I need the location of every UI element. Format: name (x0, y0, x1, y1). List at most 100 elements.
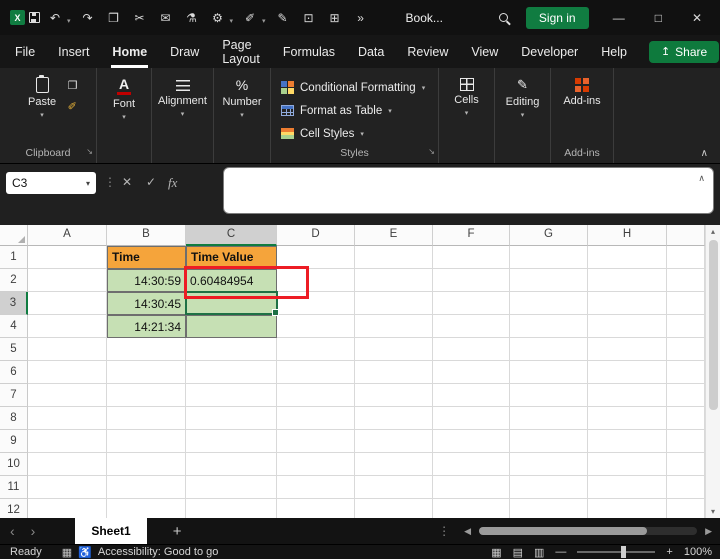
zoom-slider-thumb[interactable] (621, 546, 627, 558)
cell-C10[interactable] (186, 453, 277, 476)
styles-dialog-launcher-icon[interactable]: ↘ (428, 144, 435, 160)
menu-tab-view[interactable]: View (470, 43, 499, 61)
format-painter-icon[interactable]: ✐ (68, 100, 78, 113)
insert-function-button[interactable]: fx (168, 175, 177, 191)
cells-group-button[interactable]: Cells ▾ (443, 73, 490, 145)
pen-icon[interactable]: ✎ (272, 8, 294, 28)
clipboard-dialog-launcher-icon[interactable]: ↘ (86, 144, 93, 160)
menu-tab-draw[interactable]: Draw (169, 43, 200, 61)
cell-E12[interactable] (355, 499, 433, 518)
zoom-percentage[interactable]: 100% (684, 546, 712, 558)
menu-tab-help[interactable]: Help (600, 43, 628, 61)
cell-E5[interactable] (355, 338, 433, 361)
overflow-icon[interactable]: » (350, 8, 372, 28)
row-header-2[interactable]: 2 (0, 269, 28, 292)
cell-H8[interactable] (588, 407, 667, 430)
cell-G8[interactable] (510, 407, 588, 430)
cell-A4[interactable] (28, 315, 107, 338)
conditional-formatting-button[interactable]: Conditional Formatting ▾ (277, 76, 438, 99)
cell-F11[interactable] (433, 476, 510, 499)
paste-button[interactable]: Paste ▾ (19, 73, 66, 145)
cell-H10[interactable] (588, 453, 667, 476)
scroll-right-icon[interactable]: ▶ (705, 526, 712, 537)
accessibility-status[interactable]: Accessibility: Good to go (98, 546, 218, 558)
table-icon[interactable]: ⊞ (324, 8, 346, 28)
cell-A10[interactable] (28, 453, 107, 476)
copy-icon[interactable]: ❐ (68, 79, 78, 92)
format-painter-icon[interactable]: ✐ (239, 8, 261, 28)
inbox-icon[interactable]: ⊡ (298, 8, 320, 28)
cell-D6[interactable] (277, 361, 355, 384)
column-header-filler[interactable] (667, 225, 705, 246)
cell-filler5[interactable] (667, 338, 705, 361)
column-header-B[interactable]: B (107, 225, 186, 246)
cell-filler4[interactable] (667, 315, 705, 338)
column-header-H[interactable]: H (588, 225, 667, 246)
row-header-4[interactable]: 4 (0, 315, 28, 338)
cell-F10[interactable] (433, 453, 510, 476)
cancel-icon[interactable]: ✕ (122, 175, 132, 189)
cell-filler2[interactable] (667, 269, 705, 292)
cell-G5[interactable] (510, 338, 588, 361)
scroll-left-icon[interactable]: ◀ (464, 526, 471, 537)
scroll-down-icon[interactable]: ▾ (711, 505, 715, 518)
name-box[interactable]: C3 ▾ (6, 172, 96, 194)
cell-styles-button[interactable]: Cell Styles ▾ (277, 122, 438, 145)
cell-A9[interactable] (28, 430, 107, 453)
cell-D8[interactable] (277, 407, 355, 430)
menu-tab-review[interactable]: Review (406, 43, 449, 61)
menu-tab-formulas[interactable]: Formulas (282, 43, 336, 61)
beaker-icon[interactable]: ⚗ (181, 8, 203, 28)
row-header-9[interactable]: 9 (0, 430, 28, 453)
cell-B9[interactable] (107, 430, 186, 453)
menu-tab-file[interactable]: File (14, 43, 36, 61)
cell-H4[interactable] (588, 315, 667, 338)
column-header-G[interactable]: G (510, 225, 588, 246)
cell-D4[interactable] (277, 315, 355, 338)
column-header-F[interactable]: F (433, 225, 510, 246)
cell-H1[interactable] (588, 246, 667, 269)
copy-icon[interactable]: ❐ (103, 8, 125, 28)
cell-A5[interactable] (28, 338, 107, 361)
cell-F6[interactable] (433, 361, 510, 384)
cell-F1[interactable] (433, 246, 510, 269)
cell-D1[interactable] (277, 246, 355, 269)
page-layout-view-button[interactable]: ▤ (513, 546, 523, 559)
cell-G12[interactable] (510, 499, 588, 518)
column-header-E[interactable]: E (355, 225, 433, 246)
cell-A11[interactable] (28, 476, 107, 499)
redo-icon[interactable]: ↷ (77, 8, 99, 28)
menu-tab-home[interactable]: Home (111, 43, 148, 68)
excel-logo[interactable] (10, 10, 25, 25)
row-header-1[interactable]: 1 (0, 246, 28, 269)
cell-E10[interactable] (355, 453, 433, 476)
formula-input[interactable]: ∧ (223, 167, 714, 214)
cell-C8[interactable] (186, 407, 277, 430)
cell-G11[interactable] (510, 476, 588, 499)
column-header-C[interactable]: C (186, 225, 277, 246)
page-break-view-button[interactable]: ▥ (534, 546, 544, 559)
addins-button[interactable]: Add-ins (559, 73, 606, 145)
drag-handle-icon[interactable]: ⋮ (438, 524, 450, 538)
cell-B12[interactable] (107, 499, 186, 518)
cell-filler10[interactable] (667, 453, 705, 476)
menu-tab-developer[interactable]: Developer (520, 43, 579, 61)
maximize-button[interactable]: □ (655, 11, 662, 25)
cell-D7[interactable] (277, 384, 355, 407)
save-icon[interactable] (29, 12, 40, 23)
cell-filler3[interactable] (667, 292, 705, 315)
menu-tab-page-layout[interactable]: Page Layout (221, 36, 261, 68)
zoom-out-button[interactable]: — (555, 546, 566, 558)
alignment-group-button[interactable]: Alignment ▾ (158, 73, 207, 145)
cell-E2[interactable] (355, 269, 433, 292)
cell-A7[interactable] (28, 384, 107, 407)
row-header-11[interactable]: 11 (0, 476, 28, 499)
cell-A3[interactable] (28, 292, 107, 315)
zoom-in-button[interactable]: + (666, 546, 672, 558)
cell-G2[interactable] (510, 269, 588, 292)
cell-G10[interactable] (510, 453, 588, 476)
cell-F3[interactable] (433, 292, 510, 315)
macro-record-icon[interactable]: ▦ (62, 546, 72, 559)
cell-H2[interactable] (588, 269, 667, 292)
vertical-scrollbar-thumb[interactable] (708, 240, 718, 410)
